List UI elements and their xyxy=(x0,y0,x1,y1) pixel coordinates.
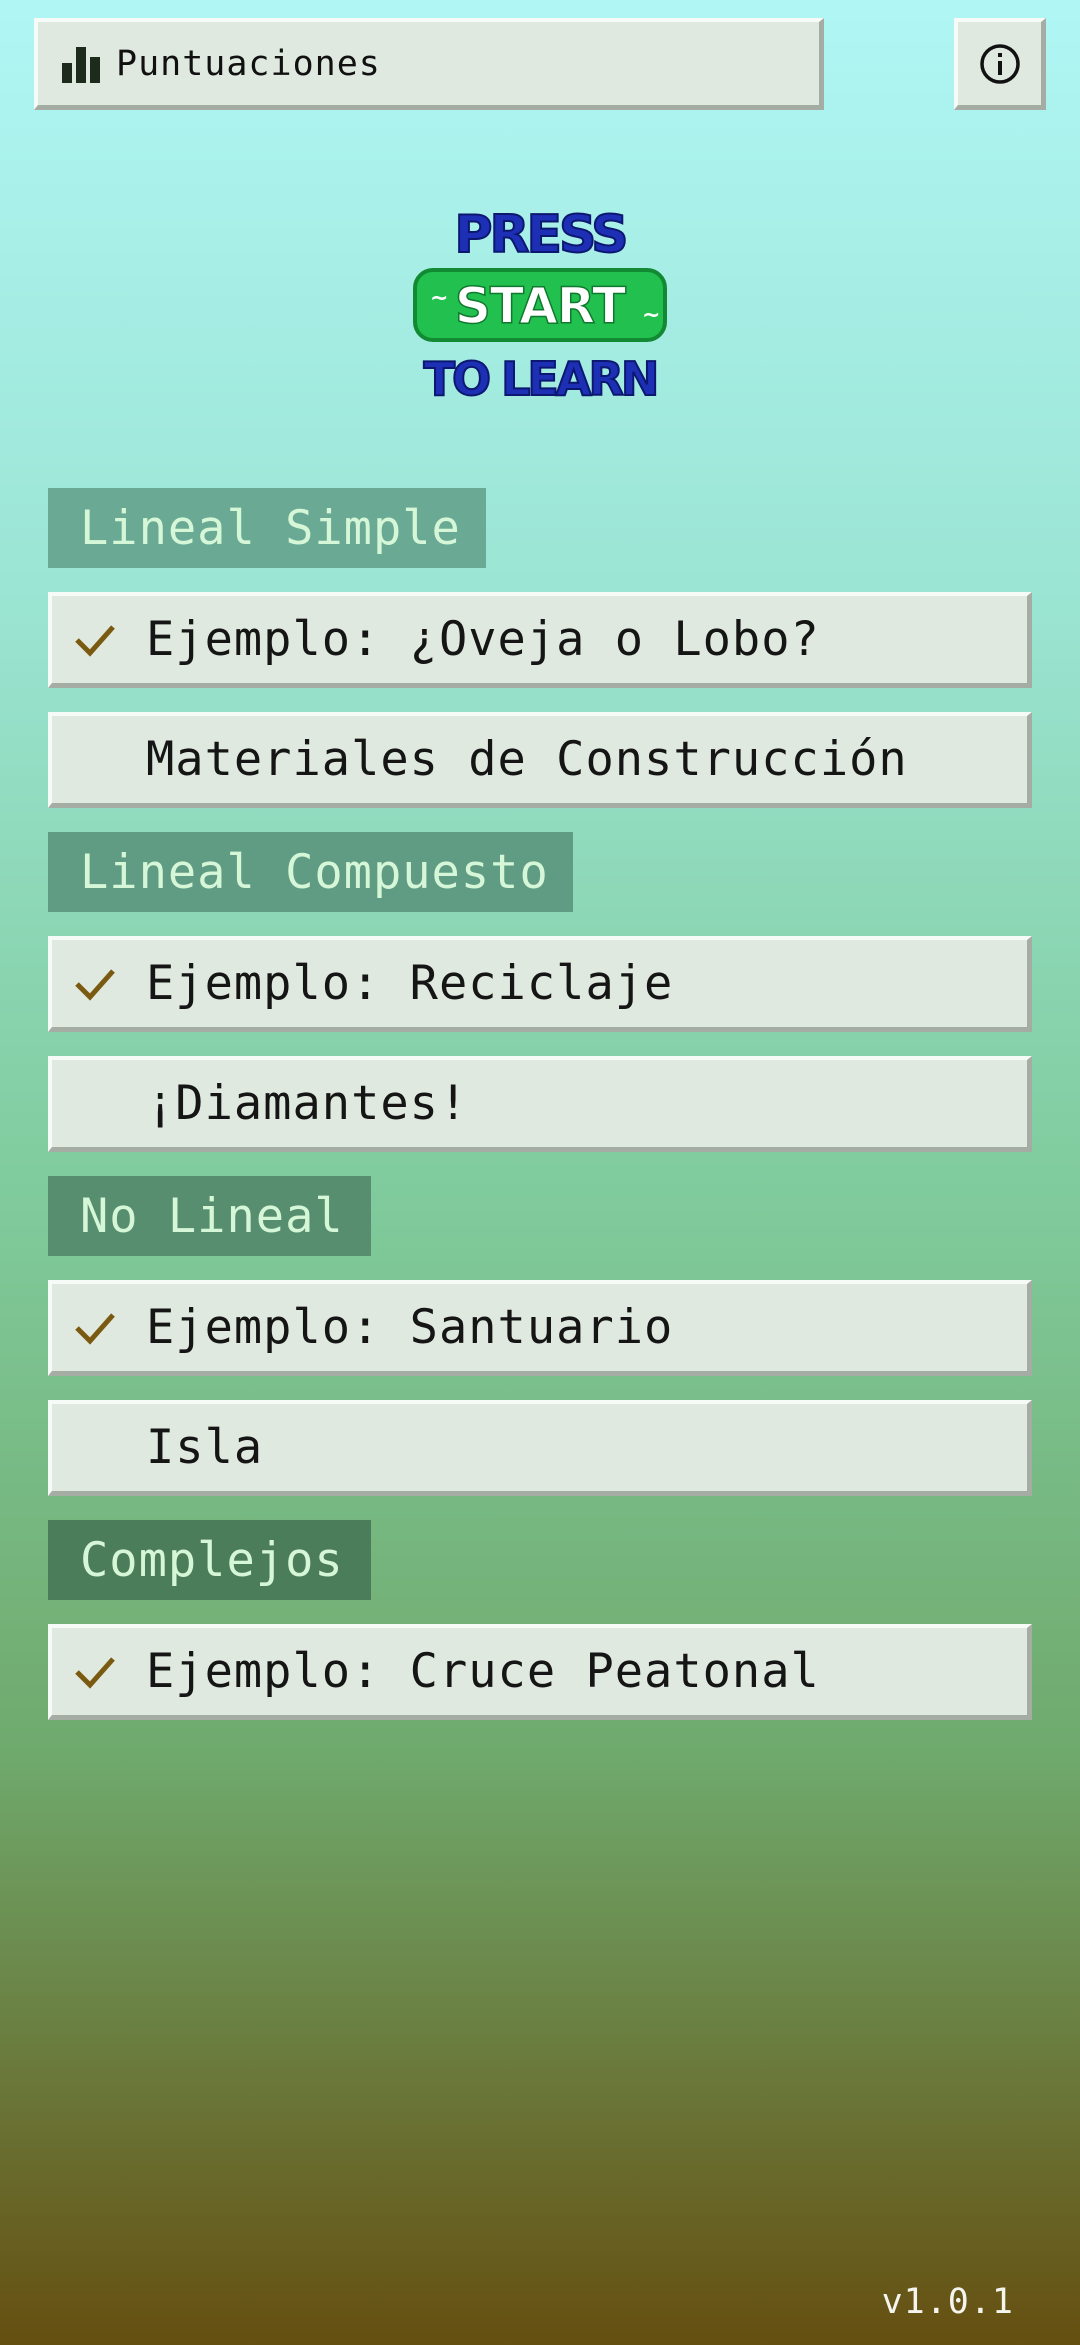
section-header: Lineal Simple xyxy=(48,488,486,568)
level-label: Ejemplo: ¿Oveja o Lobo? xyxy=(146,612,820,667)
info-button[interactable] xyxy=(954,18,1046,110)
svg-text:~: ~ xyxy=(430,286,448,311)
level-label: Materiales de Construcción xyxy=(146,732,908,787)
section-title: Lineal Simple xyxy=(80,500,461,556)
level-item[interactable]: Materiales de Construcción xyxy=(48,712,1032,808)
checkmark-icon xyxy=(75,1313,115,1345)
info-icon xyxy=(979,43,1020,84)
scores-button[interactable]: Puntuaciones xyxy=(34,18,824,110)
section-header: Lineal Compuesto xyxy=(48,832,573,912)
level-item[interactable]: Isla xyxy=(48,1400,1032,1496)
section-header: No Lineal xyxy=(48,1176,371,1256)
logo-line3: TO LEARN xyxy=(424,352,657,405)
level-label: ¡Diamantes! xyxy=(146,1076,469,1131)
level-label: Ejemplo: Santuario xyxy=(146,1300,674,1355)
level-label: Isla xyxy=(146,1420,264,1475)
level-item[interactable]: Ejemplo: Santuario xyxy=(48,1280,1032,1376)
level-label: Ejemplo: Reciclaje xyxy=(146,956,674,1011)
section-title: No Lineal xyxy=(80,1188,344,1244)
checkmark-icon xyxy=(75,625,115,657)
level-item[interactable]: Ejemplo: Cruce Peatonal xyxy=(48,1624,1032,1720)
level-item[interactable]: ¡Diamantes! xyxy=(48,1056,1032,1152)
scores-label: Puntuaciones xyxy=(116,43,381,84)
checkmark-icon xyxy=(75,969,115,1001)
section-header: Complejos xyxy=(48,1520,371,1600)
section-title: Complejos xyxy=(80,1532,344,1588)
level-item[interactable]: Ejemplo: Reciclaje xyxy=(48,936,1032,1032)
checkmark-icon xyxy=(75,1657,115,1689)
bar-chart-icon xyxy=(62,46,100,83)
level-label: Ejemplo: Cruce Peatonal xyxy=(146,1644,820,1699)
section-title: Lineal Compuesto xyxy=(80,844,549,900)
svg-text:~: ~ xyxy=(642,303,660,328)
version-label: v1.0.1 xyxy=(881,2282,1014,2322)
logo-line2: START xyxy=(455,277,626,335)
logo-line1: PRESS xyxy=(454,205,625,265)
press-start-logo: PRESS ~ ~ START TO LEARN xyxy=(413,204,667,405)
level-item[interactable]: Ejemplo: ¿Oveja o Lobo? xyxy=(48,592,1032,688)
